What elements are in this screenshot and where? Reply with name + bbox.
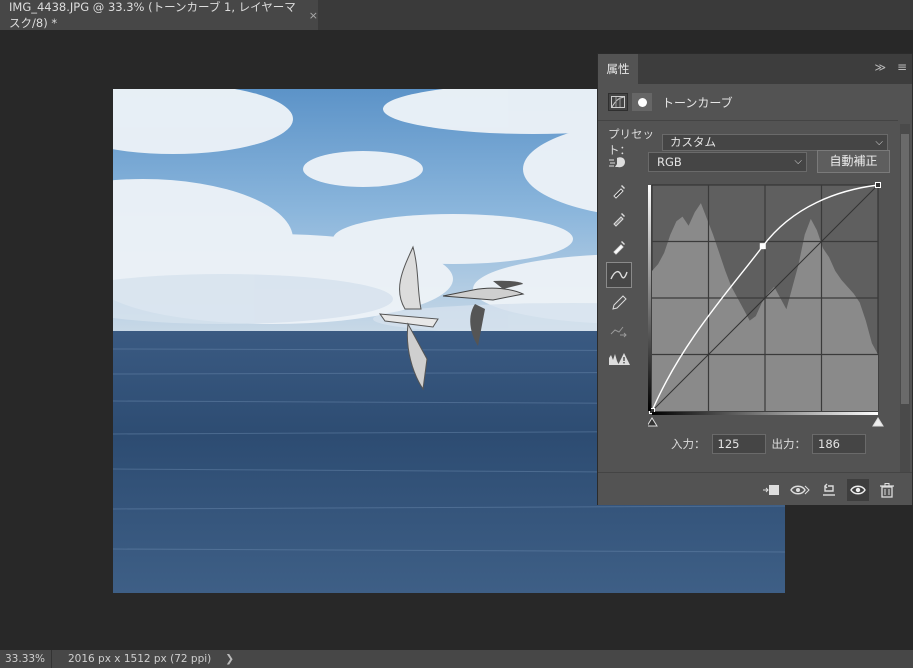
- status-bar: 33.33% 2016 px x 1512 px (72 ppi) ❯: [0, 650, 913, 668]
- output-gradient-bar: [648, 185, 651, 411]
- output-field[interactable]: 186: [812, 434, 866, 454]
- divider: [598, 120, 898, 121]
- panel-scrollbar[interactable]: [900, 124, 910, 494]
- panel-footer: [598, 472, 912, 505]
- properties-panel: 属性 ≫ ≡ トーンカーブ プリセット： カスタム ⌵ RGB ⌵ 自動補正 入…: [597, 53, 913, 505]
- channel-value: RGB: [657, 155, 682, 169]
- chevron-down-icon: ⌵: [875, 136, 883, 148]
- eyedropper-gray-icon[interactable]: [606, 206, 632, 232]
- eyedropper-black-icon[interactable]: [606, 178, 632, 204]
- document-tab-bar: IMG_4438.JPG @ 33.3% (トーンカーブ 1, レイヤーマスク/…: [0, 0, 913, 30]
- target-adjust-hand-icon[interactable]: [606, 150, 632, 176]
- eyedropper-white-icon[interactable]: [606, 234, 632, 260]
- curve-tools: [606, 150, 634, 374]
- view-previous-state-icon[interactable]: [789, 479, 811, 501]
- chevron-right-icon[interactable]: ❯: [225, 653, 234, 665]
- curve-point-icon[interactable]: [606, 262, 632, 288]
- auto-button[interactable]: 自動補正: [817, 150, 890, 173]
- panel-menu-icon[interactable]: ≡: [897, 60, 907, 74]
- input-output-row: 入力： 125 出力： 186: [671, 434, 866, 454]
- visibility-eye-icon[interactable]: [847, 479, 869, 501]
- curves-adjustment-icon[interactable]: [608, 93, 628, 111]
- input-gradient-bar: [652, 412, 878, 415]
- trash-icon[interactable]: [876, 479, 898, 501]
- adjustment-title: トーンカーブ: [662, 95, 733, 110]
- preset-value: カスタム: [670, 134, 716, 149]
- document-tab-title: IMG_4438.JPG @ 33.3% (トーンカーブ 1, レイヤーマスク/…: [9, 0, 296, 30]
- scrollbar-thumb[interactable]: [901, 134, 909, 404]
- input-field[interactable]: 125: [711, 434, 766, 454]
- adjustment-header: トーンカーブ: [608, 91, 733, 113]
- zoom-level[interactable]: 33.33%: [0, 650, 52, 668]
- pencil-icon[interactable]: [606, 290, 632, 316]
- clip-to-layer-icon[interactable]: [760, 479, 782, 501]
- curve-point: [875, 182, 881, 188]
- collapse-icon[interactable]: ≫: [874, 61, 886, 74]
- chevron-down-icon: ⌵: [794, 156, 802, 167]
- channel-select[interactable]: RGB ⌵: [648, 152, 807, 172]
- clipping-warning-icon[interactable]: [606, 346, 632, 372]
- preset-select[interactable]: カスタム ⌵: [662, 133, 888, 151]
- black-point-slider: [646, 417, 658, 427]
- layer-mask-icon[interactable]: [632, 93, 652, 111]
- curve-point: [759, 243, 766, 250]
- tab-properties[interactable]: 属性: [598, 54, 638, 84]
- input-label: 入力：: [671, 437, 706, 451]
- white-point-slider: [872, 417, 884, 427]
- panel-header: 属性 ≫ ≡: [598, 54, 912, 84]
- output-label: 出力：: [771, 437, 807, 451]
- curve-graph[interactable]: [646, 182, 888, 434]
- close-icon[interactable]: ×: [309, 9, 318, 22]
- document-tab[interactable]: IMG_4438.JPG @ 33.3% (トーンカーブ 1, レイヤーマスク/…: [0, 0, 318, 30]
- smooth-curve-icon[interactable]: [606, 318, 632, 344]
- document-info: 2016 px x 1512 px (72 ppi): [68, 653, 212, 665]
- reset-icon[interactable]: [818, 479, 840, 501]
